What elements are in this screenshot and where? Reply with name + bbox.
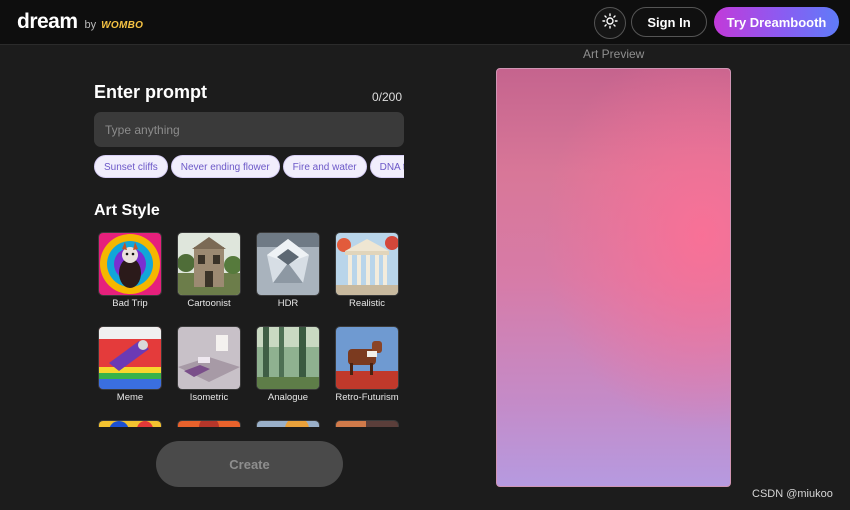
logo-dream-text: dream <box>17 10 78 33</box>
style-thumbnail <box>335 326 399 390</box>
style-label: Isometric <box>189 392 229 403</box>
art-style-heading: Art Style <box>94 202 160 219</box>
art-style-grid[interactable]: Bad Trip Cartoonist HDR Realistic Meme I… <box>94 230 414 427</box>
style-thumbnail <box>98 326 162 390</box>
suggestion-chip[interactable]: Sunset cliffs <box>94 155 168 178</box>
style-card-hdr[interactable]: HDR <box>252 232 324 309</box>
style-thumbnail <box>177 232 241 296</box>
art-preview-canvas <box>496 68 731 487</box>
suggestion-chip[interactable]: Never ending flower <box>170 155 280 178</box>
theme-toggle-button[interactable] <box>594 7 626 39</box>
style-thumbnail <box>335 420 399 427</box>
style-thumbnail <box>177 420 241 427</box>
style-card-retro-futurism[interactable]: Retro-Futurism <box>331 326 403 403</box>
style-card[interactable] <box>173 420 245 427</box>
prompt-suggestions: Sunset cliffs Never ending flower Fire and… <box>94 155 404 180</box>
top-bar: dream by WOMBO Sign In Try Dreambooth <box>0 0 850 45</box>
sign-in-button[interactable]: Sign In <box>631 7 707 37</box>
style-card[interactable] <box>252 420 324 427</box>
art-preview-label: Art Preview <box>583 47 645 61</box>
style-label: Meme <box>116 392 144 403</box>
style-label: HDR <box>277 298 299 309</box>
style-thumbnail <box>335 232 399 296</box>
style-card-cartoonist[interactable]: Cartoonist <box>173 232 245 309</box>
create-button[interactable]: Create <box>156 441 343 487</box>
style-card-isometric[interactable]: Isometric <box>173 326 245 403</box>
style-thumbnail <box>256 232 320 296</box>
style-label: Realistic <box>349 298 385 309</box>
style-thumbnail <box>256 420 320 427</box>
style-label: Retro-Futurism <box>335 392 399 403</box>
style-card-bad-trip[interactable]: Bad Trip <box>94 232 166 309</box>
style-card-analogue[interactable]: Analogue <box>252 326 324 403</box>
watermark: CSDN @miukoo <box>752 488 833 500</box>
suggestion-chip[interactable]: DNA tornado <box>369 155 404 178</box>
prompt-heading: Enter prompt <box>94 82 208 102</box>
wombo-logo: WOMBO <box>101 20 144 31</box>
sun-icon <box>602 12 618 34</box>
prompt-char-count: 0/200 <box>372 90 403 104</box>
style-thumbnail <box>98 420 162 427</box>
logo-by-text: by <box>84 19 97 31</box>
style-card-meme[interactable]: Meme <box>94 326 166 403</box>
style-label: Analogue <box>267 392 309 403</box>
style-thumbnail <box>256 326 320 390</box>
style-thumbnail <box>177 326 241 390</box>
style-label: Cartoonist <box>187 298 231 309</box>
style-card-realistic[interactable]: Realistic <box>331 232 403 309</box>
dream-logo[interactable]: dream by WOMBO <box>17 10 143 34</box>
suggestion-chip[interactable]: Fire and water <box>282 155 367 178</box>
try-dreambooth-button[interactable]: Try Dreambooth <box>714 7 839 37</box>
style-card[interactable] <box>331 420 403 427</box>
style-card[interactable] <box>94 420 166 427</box>
style-thumbnail <box>98 232 162 296</box>
prompt-input[interactable] <box>94 112 404 147</box>
style-label: Bad Trip <box>112 298 148 309</box>
